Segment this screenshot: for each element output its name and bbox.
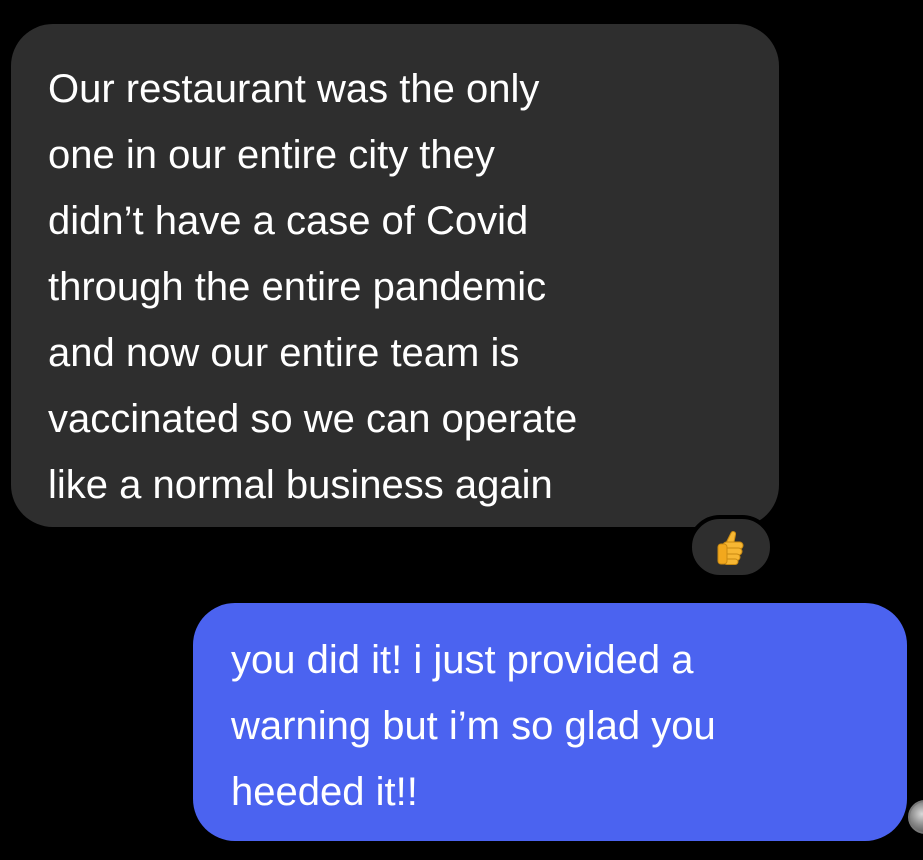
message-text-line: didn’t have a case of Covid bbox=[48, 199, 529, 243]
message-text-line: through the entire pandemic bbox=[48, 265, 547, 309]
message-text-line: you did it! i just provided a bbox=[231, 638, 694, 682]
message-text-line: Our restaurant was the only bbox=[48, 67, 540, 111]
message-text-line: warning but i’m so glad you bbox=[231, 704, 716, 748]
message-text-line: and now our entire team is bbox=[48, 331, 520, 375]
message-text-line: one in our entire city they bbox=[48, 133, 495, 177]
incoming-message-bubble[interactable]: Our restaurant was the only one in our e… bbox=[11, 24, 779, 527]
message-text-line: like a normal business again bbox=[48, 463, 553, 507]
reaction-badge[interactable] bbox=[688, 515, 774, 579]
message-text-line: heeded it!! bbox=[231, 770, 418, 814]
outgoing-message-bubble[interactable]: you did it! i just provided a warning bu… bbox=[193, 603, 907, 841]
message-text-line: vaccinated so we can operate bbox=[48, 397, 578, 441]
user-avatar-icon[interactable] bbox=[908, 800, 923, 834]
thumbs-up-icon bbox=[717, 531, 744, 565]
